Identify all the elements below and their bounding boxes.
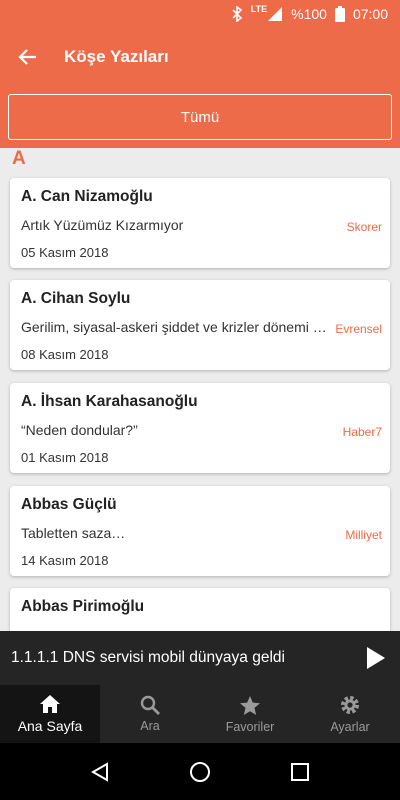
column-card[interactable]: A. Can Nizamoğlu Artık Yüzümüz Kızarmıyo… bbox=[10, 178, 390, 268]
column-card[interactable]: A. Cihan Soylu Gerilim, siyasal-askeri ş… bbox=[10, 280, 390, 370]
column-card[interactable]: Abbas Güçlü Tabletten saza… Milliyet 14 … bbox=[10, 486, 390, 576]
square-recents-icon bbox=[291, 762, 309, 781]
nav-label: Ana Sayfa bbox=[17, 718, 83, 734]
filter-bar: Tümü bbox=[0, 86, 400, 148]
player-title: 1.1.1.1 DNS servisi mobil dünyaya geldi bbox=[11, 649, 285, 666]
nav-label: Favoriler bbox=[225, 719, 275, 734]
nav-item-settings[interactable]: Ayarlar bbox=[300, 685, 400, 743]
column-date: 08 Kasım 2018 bbox=[21, 347, 109, 362]
triangle-back-icon bbox=[91, 761, 108, 782]
column-headline: “Neden dondular?” bbox=[21, 422, 138, 438]
signal-icon bbox=[268, 7, 283, 21]
nav-item-favorites[interactable]: Favoriler bbox=[200, 685, 300, 743]
circle-home-icon bbox=[190, 761, 210, 782]
author-name: Abbas Pirimoğlu bbox=[21, 598, 145, 615]
nav-label: Ayarlar bbox=[330, 720, 370, 734]
network-type-label: LTE bbox=[250, 4, 268, 14]
system-navigation-bar bbox=[0, 743, 400, 800]
column-source: Haber7 bbox=[342, 425, 382, 439]
play-icon bbox=[367, 647, 385, 669]
column-source: Skorer bbox=[346, 220, 382, 234]
column-card[interactable]: A. İhsan Karahasanoğlu “Neden dondular?”… bbox=[10, 383, 390, 473]
column-date: 05 Kasım 2018 bbox=[21, 245, 109, 260]
page-title: Köşe Yazıları bbox=[64, 47, 169, 66]
arrow-back-icon bbox=[18, 49, 36, 65]
filter-all-button[interactable]: Tümü bbox=[8, 94, 392, 140]
mini-player[interactable]: 1.1.1.1 DNS servisi mobil dünyaya geldi bbox=[0, 631, 400, 685]
author-name: Abbas Güçlü bbox=[21, 496, 117, 513]
column-source: Evrensel bbox=[335, 322, 382, 336]
column-source: Milliyet bbox=[345, 528, 382, 542]
battery-percent: %100 bbox=[291, 6, 327, 22]
search-icon bbox=[140, 695, 160, 715]
author-name: A. Can Nizamoğlu bbox=[21, 188, 153, 205]
system-back-button[interactable] bbox=[80, 752, 120, 792]
home-icon bbox=[40, 695, 60, 713]
gear-icon bbox=[341, 696, 359, 714]
play-button[interactable] bbox=[352, 631, 400, 685]
system-home-button[interactable] bbox=[180, 752, 220, 792]
author-name: A. İhsan Karahasanoğlu bbox=[21, 393, 198, 410]
nav-label: Ara bbox=[140, 719, 160, 733]
author-name: A. Cihan Soylu bbox=[21, 290, 131, 307]
clock: 07:00 bbox=[352, 6, 388, 22]
nav-item-home[interactable]: Ana Sayfa bbox=[0, 685, 100, 743]
section-letter-header: A bbox=[12, 148, 26, 169]
column-headline: Tabletten saza… bbox=[21, 525, 126, 541]
column-headline: Gerilim, siyasal-askeri şiddet ve krizle… bbox=[21, 319, 327, 335]
bottom-navigation: Ana Sayfa Ara Favoriler Ayarlar bbox=[0, 685, 400, 743]
column-headline: Artık Yüzümüz Kızarmıyor bbox=[21, 217, 184, 233]
nav-item-search[interactable]: Ara bbox=[100, 685, 200, 743]
back-button[interactable] bbox=[0, 28, 56, 86]
column-date: 14 Kasım 2018 bbox=[21, 553, 109, 568]
status-bar: LTE %100 07:00 bbox=[0, 0, 400, 28]
app-bar: Köşe Yazıları bbox=[0, 28, 400, 86]
bluetooth-icon bbox=[232, 6, 243, 22]
star-icon bbox=[240, 695, 260, 715]
column-date: 01 Kasım 2018 bbox=[21, 450, 109, 465]
system-recents-button[interactable] bbox=[280, 752, 320, 792]
battery-icon bbox=[334, 6, 345, 22]
